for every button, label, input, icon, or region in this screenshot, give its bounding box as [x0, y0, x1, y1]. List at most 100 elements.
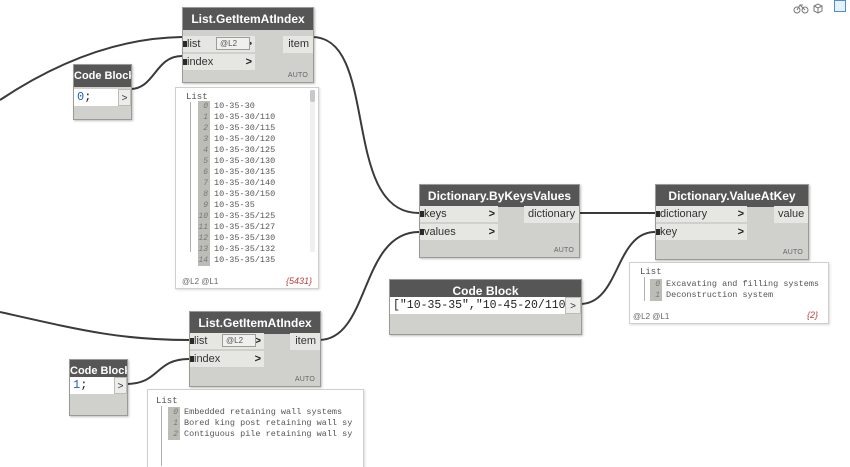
chevron-right-icon: > [737, 208, 744, 220]
node-title[interactable]: List.GetItemAtIndex [190, 312, 320, 334]
dictionary-output-port[interactable]: dictionary [524, 206, 579, 223]
code-output-port[interactable]: > [114, 377, 127, 394]
getitem-node-1[interactable]: List.GetItemAtIndex list > @L2 index > i… [182, 7, 314, 83]
index-input-port[interactable]: index > [190, 351, 264, 368]
list-preview-1[interactable]: List 0 10-35-30 1 10-35-30/110 2 10-35-30/115… [175, 87, 319, 289]
item-output-port[interactable]: item [290, 333, 320, 350]
list-item: 2 Contiguous pile retaining wall sy [168, 429, 352, 440]
wire-codeblock2-to-getitem2-index [125, 358, 190, 385]
list-value: 10-35-35/130 [214, 233, 276, 243]
node-title[interactable]: Dictionary.ValueAtKey [656, 185, 808, 207]
list-value: 10-35-30/150 [214, 189, 276, 199]
level-selector[interactable]: @L2 [222, 334, 256, 347]
keys-input-port[interactable]: keys > [420, 206, 498, 223]
lacing-label: AUTO [782, 249, 803, 256]
value-output-port[interactable]: value [774, 206, 808, 223]
code-output-port[interactable]: > [565, 297, 581, 314]
list-item: 2 10-35-30/115 [198, 123, 275, 134]
bykeysvalues-node[interactable]: Dictionary.ByKeysValues keys > values > … [419, 184, 580, 258]
valueatkey-node[interactable]: Dictionary.ValueAtKey dictionary > key >… [655, 184, 809, 260]
graph-canvas[interactable]: List.GetItemAtIndex list > @L2 index > i… [0, 0, 850, 467]
list-value: 10-35-30/135 [214, 167, 276, 177]
list-item: 10 10-35-35/125 [198, 211, 275, 222]
getitem-node-2[interactable]: List.GetItemAtIndex list > @L2 index > i… [189, 311, 321, 387]
item-output-port[interactable]: item [283, 36, 313, 53]
wire-codeblock1-to-getitem1-index [129, 55, 183, 90]
node-title[interactable]: Code Block [74, 65, 131, 87]
list-item: 1 10-35-30/110 [198, 112, 275, 123]
list-index: 3 [198, 134, 210, 145]
port-dot [190, 356, 194, 362]
lacing-label: AUTO [553, 247, 574, 254]
preview-levels: @L2 @L1 [182, 277, 219, 286]
index-input-port[interactable]: index > [183, 54, 255, 71]
list-index: 2 [168, 429, 180, 440]
list-index: 4 [198, 145, 210, 156]
key-input-port[interactable]: key > [656, 224, 747, 241]
bike-icon[interactable] [793, 2, 809, 14]
port-dot [190, 338, 194, 344]
list-item: 4 10-35-30/125 [198, 145, 275, 156]
port-label: list [187, 38, 201, 50]
list-value: Excavating and filling systems [666, 279, 820, 289]
list-preview-3[interactable]: List 0 Embedded retaining wall systems 1 Bo… [147, 389, 364, 467]
cube-icon[interactable] [812, 2, 824, 14]
list-item: 12 10-35-35/130 [198, 233, 275, 244]
preview-count: {5431} [285, 276, 312, 286]
node-title[interactable]: Dictionary.ByKeysValues [420, 185, 579, 207]
scroll-thumb[interactable] [310, 90, 315, 102]
list-item: 6 10-35-30/135 [198, 167, 275, 178]
code-block-node-1[interactable]: Code Block 0; > [73, 64, 132, 120]
list-item: 0 Embedded retaining wall systems [168, 407, 342, 418]
port-dot [656, 211, 660, 217]
level-selector[interactable]: @L2 [216, 37, 250, 50]
list-index: 9 [198, 200, 210, 211]
list-value: Contiguous pile retaining wall sy [184, 429, 353, 439]
code-output-port[interactable]: > [118, 89, 131, 106]
chevron-right-icon: > [245, 56, 252, 68]
code-block-node-2[interactable]: Code Block 1; > [69, 359, 128, 416]
list-index: 10 [198, 211, 210, 222]
preview-levels: @L2 @L1 [633, 312, 670, 321]
list-index: 12 [198, 233, 210, 244]
dictionary-input-port[interactable]: dictionary > [656, 206, 747, 223]
list-index: 1 [650, 290, 662, 301]
node-title[interactable]: List.GetItemAtIndex [183, 8, 313, 30]
canvas-toolbar [793, 2, 824, 14]
port-dot [420, 211, 424, 217]
code-input[interactable]: ["10-35-35","10-45-20/110"]; [390, 297, 565, 314]
port-dot [183, 59, 187, 65]
scrollbar[interactable] [310, 90, 315, 252]
preview-title: List [156, 396, 178, 406]
code-block-node-3[interactable]: Code Block ["10-35-35","10-45-20/110"]; … [389, 279, 582, 335]
chevron-right-icon: > [488, 208, 495, 220]
chevron-right-icon: > [488, 226, 495, 238]
list-value: 10-35-30 [214, 101, 255, 111]
code-input[interactable]: 0; [74, 89, 118, 106]
layout-icon[interactable] [834, 0, 846, 12]
list-index: 13 [198, 244, 210, 255]
list-item: 9 10-35-35 [198, 200, 255, 211]
list-value: 10-35-30/110 [214, 112, 276, 122]
tree-line [161, 406, 162, 466]
code-input[interactable]: 1; [70, 377, 114, 394]
list-item: 14 10-35-35/135 [198, 255, 275, 266]
list-value: Embedded retaining wall systems [184, 407, 343, 417]
list-preview-2[interactable]: List 0 Excavating and filling systems 1 Dec… [629, 262, 829, 324]
list-value: 10-35-35/125 [214, 211, 276, 221]
list-value: Deconstruction system [666, 290, 774, 300]
list-index: 0 [168, 407, 180, 418]
list-item: 1 Deconstruction system [650, 290, 773, 301]
list-value: 10-35-30/140 [214, 178, 276, 188]
list-index: 14 [198, 255, 210, 266]
lacing-label: AUTO [287, 72, 308, 79]
port-dot [183, 41, 187, 47]
values-input-port[interactable]: values > [420, 224, 498, 241]
list-value: 10-35-30/120 [214, 134, 276, 144]
list-value: 10-35-30/130 [214, 156, 276, 166]
list-item: 11 10-35-35/127 [198, 222, 275, 233]
list-item: 0 10-35-30 [198, 101, 255, 112]
list-item: 5 10-35-30/130 [198, 156, 275, 167]
list-index: 0 [650, 279, 662, 290]
preview-count: {2} [806, 310, 818, 320]
